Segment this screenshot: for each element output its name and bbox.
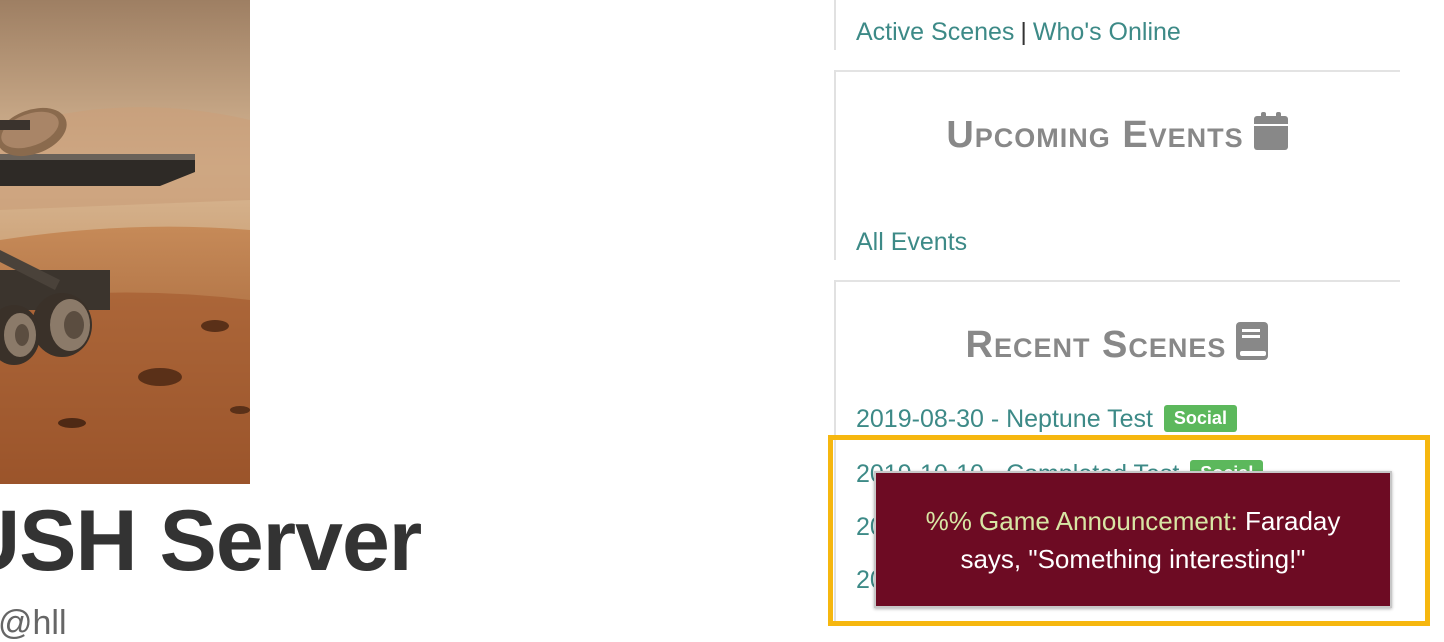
upcoming-events-heading: Upcoming Events (834, 112, 1400, 160)
book-icon (1236, 322, 1269, 370)
toast-prefix: %% Game Announcement: (925, 505, 1238, 536)
scene-type-badge: Social (1163, 405, 1237, 432)
toast-text: %% Game Announcement: Faraday says, "Som… (896, 502, 1370, 578)
site-title: USH Server (0, 493, 422, 589)
whos-online-link[interactable]: Who's Online (1033, 18, 1181, 46)
recent-scenes-title: Recent Scenes (965, 324, 1227, 366)
hero-image (0, 0, 250, 484)
game-announcement-toast[interactable]: %% Game Announcement: Faraday says, "Som… (874, 471, 1392, 608)
sidebar-border (834, 0, 836, 50)
divider (834, 280, 1400, 282)
recent-scenes-heading: Recent Scenes (834, 322, 1400, 370)
scene-list-item: 2019-08-30 - Neptune Test Social (856, 405, 1237, 434)
link-separator: | (1020, 18, 1027, 46)
widget-border (834, 70, 836, 260)
site-subtitle: @hll (0, 604, 67, 642)
divider (834, 70, 1400, 72)
upcoming-events-title: Upcoming Events (946, 114, 1244, 156)
calendar-icon (1253, 112, 1288, 160)
all-events-link[interactable]: All Events (856, 228, 967, 257)
scene-link[interactable]: 2019-08-30 - Neptune Test (856, 405, 1153, 433)
active-scenes-link[interactable]: Active Scenes (856, 18, 1014, 46)
sidebar-quick-links: Active Scenes | Who's Online (856, 18, 1181, 47)
